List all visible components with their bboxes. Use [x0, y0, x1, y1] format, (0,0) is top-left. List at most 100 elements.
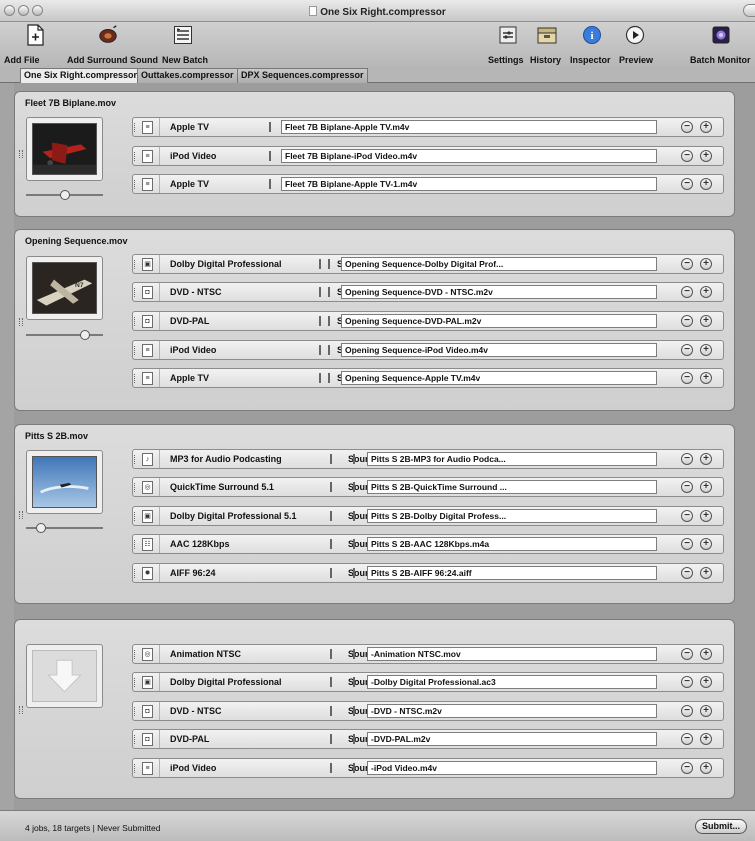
output-filename-field[interactable]: -Dolby Digital Professional.ac3: [367, 675, 657, 689]
add-target-button[interactable]: +: [700, 121, 712, 133]
target-drag-handle[interactable]: [134, 260, 137, 269]
job-drag-handle[interactable]: [19, 706, 23, 714]
add-surround-sound-button[interactable]: [97, 24, 119, 46]
target-drag-handle[interactable]: [134, 540, 137, 549]
add-target-button[interactable]: +: [700, 567, 712, 579]
output-filename-field[interactable]: Opening Sequence-Dolby Digital Prof...: [341, 257, 657, 271]
target-row[interactable]: ◘ DVD - NTSC Source -DVD - NTSC.m2v − +: [132, 701, 724, 721]
output-filename-field[interactable]: Opening Sequence-DVD - NTSC.m2v: [341, 285, 657, 299]
target-setting-name[interactable]: DVD-PAL: [170, 734, 209, 744]
target-setting-name[interactable]: AIFF 96:24: [170, 568, 216, 578]
target-row[interactable]: ◘ DVD-PAL Source -DVD-PAL.m2v − +: [132, 729, 724, 749]
job-drop-target[interactable]: [26, 644, 103, 708]
new-batch-label[interactable]: New Batch: [162, 55, 208, 65]
target-drag-handle[interactable]: [134, 455, 137, 464]
job-thumbnail[interactable]: [26, 117, 103, 181]
remove-target-button[interactable]: −: [681, 762, 693, 774]
inspector-button[interactable]: i: [581, 24, 603, 46]
target-setting-name[interactable]: Dolby Digital Professional: [170, 677, 282, 687]
add-target-button[interactable]: +: [700, 676, 712, 688]
batch-monitor-label[interactable]: Batch Monitor: [690, 55, 751, 65]
history-button[interactable]: [536, 24, 558, 46]
output-filename-field[interactable]: Pitts S 2B-AIFF 96:24.aiff: [367, 566, 657, 580]
output-filename-field[interactable]: Pitts S 2B-AAC 128Kbps.m4a: [367, 537, 657, 551]
output-filename-field[interactable]: Pitts S 2B-MP3 for Audio Podca...: [367, 452, 657, 466]
target-drag-handle[interactable]: [134, 288, 137, 297]
job-drag-handle[interactable]: [19, 150, 23, 158]
target-setting-name[interactable]: MP3 for Audio Podcasting: [170, 454, 282, 464]
job-scrubber[interactable]: [26, 190, 103, 200]
target-row[interactable]: ▣ Dolby Digital Professional Source -Dolby …: [132, 672, 724, 692]
remove-target-button[interactable]: −: [681, 344, 693, 356]
output-filename-field[interactable]: Opening Sequence-DVD-PAL.m2v: [341, 314, 657, 328]
target-setting-name[interactable]: DVD - NTSC: [170, 706, 222, 716]
target-row[interactable]: ♪ MP3 for Audio Podcasting Source Pitts S 2…: [132, 449, 724, 469]
target-row[interactable]: ≡iPod VideoSourceOpening Sequence-iPod V…: [132, 340, 724, 360]
history-label[interactable]: History: [530, 55, 561, 65]
remove-target-button[interactable]: −: [681, 453, 693, 465]
output-filename-field[interactable]: Fleet 7B Biplane-Apple TV.m4v: [281, 120, 657, 134]
job-thumbnail[interactable]: N7: [26, 256, 103, 320]
add-target-button[interactable]: +: [700, 481, 712, 493]
remove-target-button[interactable]: −: [681, 286, 693, 298]
target-drag-handle[interactable]: [134, 512, 137, 521]
target-row[interactable]: ▣ Dolby Digital Professional 5.1 Source Pit…: [132, 506, 724, 526]
target-setting-name[interactable]: Apple TV: [170, 179, 209, 189]
submit-button[interactable]: Submit...: [695, 819, 747, 834]
target-setting-name[interactable]: iPod Video: [170, 763, 216, 773]
add-target-button[interactable]: +: [700, 648, 712, 660]
remove-target-button[interactable]: −: [681, 121, 693, 133]
settings-button[interactable]: [497, 24, 519, 46]
target-row[interactable]: ≡iPod VideoSourceFleet 7B Biplane-iPod V…: [132, 146, 724, 166]
remove-target-button[interactable]: −: [681, 676, 693, 688]
remove-target-button[interactable]: −: [681, 178, 693, 190]
add-target-button[interactable]: +: [700, 258, 712, 270]
scrubber-knob[interactable]: [60, 190, 70, 200]
add-target-button[interactable]: +: [700, 733, 712, 745]
scrubber-knob[interactable]: [36, 523, 46, 533]
target-drag-handle[interactable]: [134, 483, 137, 492]
output-filename-field[interactable]: Opening Sequence-iPod Video.m4v: [341, 343, 657, 357]
target-row[interactable]: ◘DVD - NTSCSourceOpening Sequence-DVD - …: [132, 282, 724, 302]
target-row[interactable]: ▣Dolby Digital ProfessionalSourceOpening…: [132, 254, 724, 274]
target-drag-handle[interactable]: [134, 317, 137, 326]
settings-label[interactable]: Settings: [488, 55, 524, 65]
target-setting-name[interactable]: Apple TV: [170, 373, 209, 383]
target-row[interactable]: ✹ AIFF 96:24 Source Pitts S 2B-AIFF 96:24.a…: [132, 563, 724, 583]
job-scrubber[interactable]: [26, 523, 103, 533]
target-drag-handle[interactable]: [134, 764, 137, 773]
target-setting-name[interactable]: iPod Video: [170, 345, 216, 355]
target-setting-name[interactable]: QuickTime Surround 5.1: [170, 482, 274, 492]
remove-target-button[interactable]: −: [681, 567, 693, 579]
output-filename-field[interactable]: -Animation NTSC.mov: [367, 647, 657, 661]
remove-target-button[interactable]: −: [681, 510, 693, 522]
batch-monitor-button[interactable]: [710, 24, 732, 46]
target-drag-handle[interactable]: [134, 707, 137, 716]
target-row[interactable]: ≡Apple TVSourceFleet 7B Biplane-Apple TV…: [132, 117, 724, 137]
preview-label[interactable]: Preview: [619, 55, 653, 65]
remove-target-button[interactable]: −: [681, 315, 693, 327]
add-surround-sound-label[interactable]: Add Surround Sound: [67, 55, 158, 65]
add-target-button[interactable]: +: [700, 344, 712, 356]
target-row[interactable]: ◎ Animation NTSC Source -Animation NTSC.mov…: [132, 644, 724, 664]
output-filename-field[interactable]: Pitts S 2B-Dolby Digital Profess...: [367, 509, 657, 523]
target-row[interactable]: ◘DVD-PALSourceOpening Sequence-DVD-PAL.m…: [132, 311, 724, 331]
tab-dpx-sequences[interactable]: DPX Sequences.compressor: [237, 68, 368, 83]
target-setting-name[interactable]: Animation NTSC: [170, 649, 241, 659]
target-drag-handle[interactable]: [134, 346, 137, 355]
target-drag-handle[interactable]: [134, 152, 137, 161]
add-target-button[interactable]: +: [700, 538, 712, 550]
remove-target-button[interactable]: −: [681, 705, 693, 717]
target-setting-name[interactable]: iPod Video: [170, 151, 216, 161]
add-target-button[interactable]: +: [700, 510, 712, 522]
remove-target-button[interactable]: −: [681, 150, 693, 162]
output-filename-field[interactable]: -DVD-PAL.m2v: [367, 732, 657, 746]
output-filename-field[interactable]: Fleet 7B Biplane-Apple TV-1.m4v: [281, 177, 657, 191]
target-row[interactable]: ≡Apple TVSourceOpening Sequence-Apple TV…: [132, 368, 724, 388]
target-drag-handle[interactable]: [134, 678, 137, 687]
target-row[interactable]: ≡Apple TVSourceFleet 7B Biplane-Apple TV…: [132, 174, 724, 194]
target-row[interactable]: ☷ AAC 128Kbps Source Pitts S 2B-AAC 128Kbps…: [132, 534, 724, 554]
remove-target-button[interactable]: −: [681, 258, 693, 270]
document-proxy-icon[interactable]: [309, 6, 318, 16]
job-scrubber[interactable]: [26, 330, 103, 340]
